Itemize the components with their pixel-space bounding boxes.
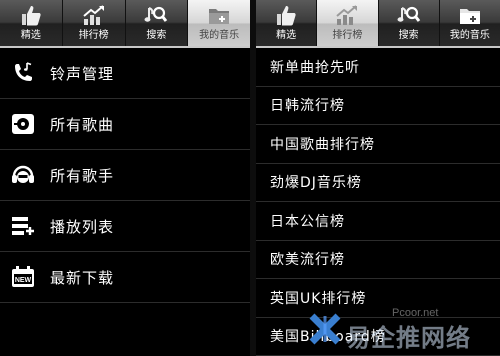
tab-featured[interactable]: 精选 (0, 0, 63, 46)
tab-label: 排行榜 (332, 30, 363, 41)
thumbs-up-icon (21, 6, 41, 26)
list-item-latest-downloads[interactable]: NEW 最新下载 (0, 252, 250, 303)
tab-label: 我的音乐 (199, 30, 240, 41)
list-item[interactable]: 新单曲抢先听 (256, 48, 500, 87)
trend-chart-icon (336, 5, 358, 25)
tab-label: 搜索 (398, 30, 419, 41)
tab-charts[interactable]: 排行榜 (63, 0, 126, 46)
tab-search[interactable]: 搜索 (126, 0, 189, 46)
list-item-all-songs[interactable]: 所有歌曲 (0, 99, 250, 150)
list-item-label: 劲爆DJ音乐榜 (270, 175, 362, 192)
music-search-icon (397, 6, 420, 22)
singer-headphones-icon (12, 165, 34, 183)
list-item-playlist[interactable]: 播放列表 (0, 201, 250, 252)
tab-featured[interactable]: 精选 (256, 0, 318, 46)
list-item-label: 欧美流行榜 (270, 252, 345, 269)
tab-bar: 精选 排行榜 搜索 我的音乐 (0, 0, 250, 48)
watermark-logo-icon (309, 313, 341, 345)
phone-music-icon (15, 62, 32, 81)
tab-charts[interactable]: 排行榜 (317, 0, 379, 46)
disc-icon (12, 114, 34, 134)
music-search-icon (144, 6, 168, 22)
tab-label: 我的音乐 (449, 30, 490, 41)
thumbs-up-icon (277, 6, 296, 26)
tab-my-music[interactable]: 我的音乐 (188, 0, 250, 46)
tab-label: 搜索 (146, 30, 167, 41)
folder-plus-icon (209, 9, 230, 24)
list-item[interactable]: 劲爆DJ音乐榜 (256, 164, 500, 202)
list-item[interactable]: 日本公信榜 (256, 202, 500, 241)
list-item-label: 所有歌曲 (50, 115, 115, 134)
tab-label: 精选 (20, 30, 41, 41)
folder-plus-icon (459, 9, 480, 24)
tab-bar: 精选 排行榜 搜索 我的音乐 (256, 0, 500, 48)
list-item-label: 日韩流行榜 (270, 98, 345, 115)
trend-chart-icon (82, 5, 104, 25)
list-item-label: 最新下载 (50, 268, 115, 287)
watermark-text: 易企推网络 (346, 323, 471, 352)
playlist-icon (12, 217, 34, 235)
list-item-label: 日本公信榜 (270, 213, 345, 230)
list-item-ringtones[interactable]: 铃声管理 (0, 48, 250, 99)
list-item-label: 播放列表 (50, 217, 115, 236)
tab-my-music[interactable]: 我的音乐 (440, 0, 500, 46)
tab-label: 精选 (276, 30, 297, 41)
list-item[interactable]: 欧美流行榜 (256, 241, 500, 279)
list-item-all-singers[interactable]: 所有歌手 (0, 150, 250, 201)
list-item-label: 中国歌曲排行榜 (270, 136, 375, 153)
charts-list: 新单曲抢先听 日韩流行榜 中国歌曲排行榜 劲爆DJ音乐榜 日本公信榜 欧美流行榜… (256, 48, 500, 356)
tab-label: 排行榜 (78, 30, 109, 41)
list-item-label: 新单曲抢先听 (270, 59, 360, 76)
list-item-label: 所有歌手 (50, 166, 115, 185)
my-music-panel: 精选 排行榜 搜索 我的音乐 铃声管理 所有歌曲 所有歌手 播放列表 NEW 最… (0, 0, 250, 356)
new-calendar-icon: NEW (12, 266, 34, 287)
new-badge-text: NEW (15, 277, 32, 284)
charts-panel: 精选 排行榜 搜索 我的音乐 新单曲抢先听 日韩流行榜 中国歌曲排行榜 劲爆DJ… (256, 0, 500, 356)
list-item-label: 英国UK排行榜 (270, 290, 367, 307)
list-item[interactable]: 日韩流行榜 (256, 87, 500, 125)
list-item-label: 铃声管理 (50, 64, 115, 83)
list-item[interactable]: 英国UK排行榜 (256, 279, 500, 318)
list-item[interactable]: 中国歌曲排行榜 (256, 125, 500, 164)
my-music-list: 铃声管理 所有歌曲 所有歌手 播放列表 NEW 最新下载 (0, 48, 250, 303)
tab-search[interactable]: 搜索 (379, 0, 440, 46)
